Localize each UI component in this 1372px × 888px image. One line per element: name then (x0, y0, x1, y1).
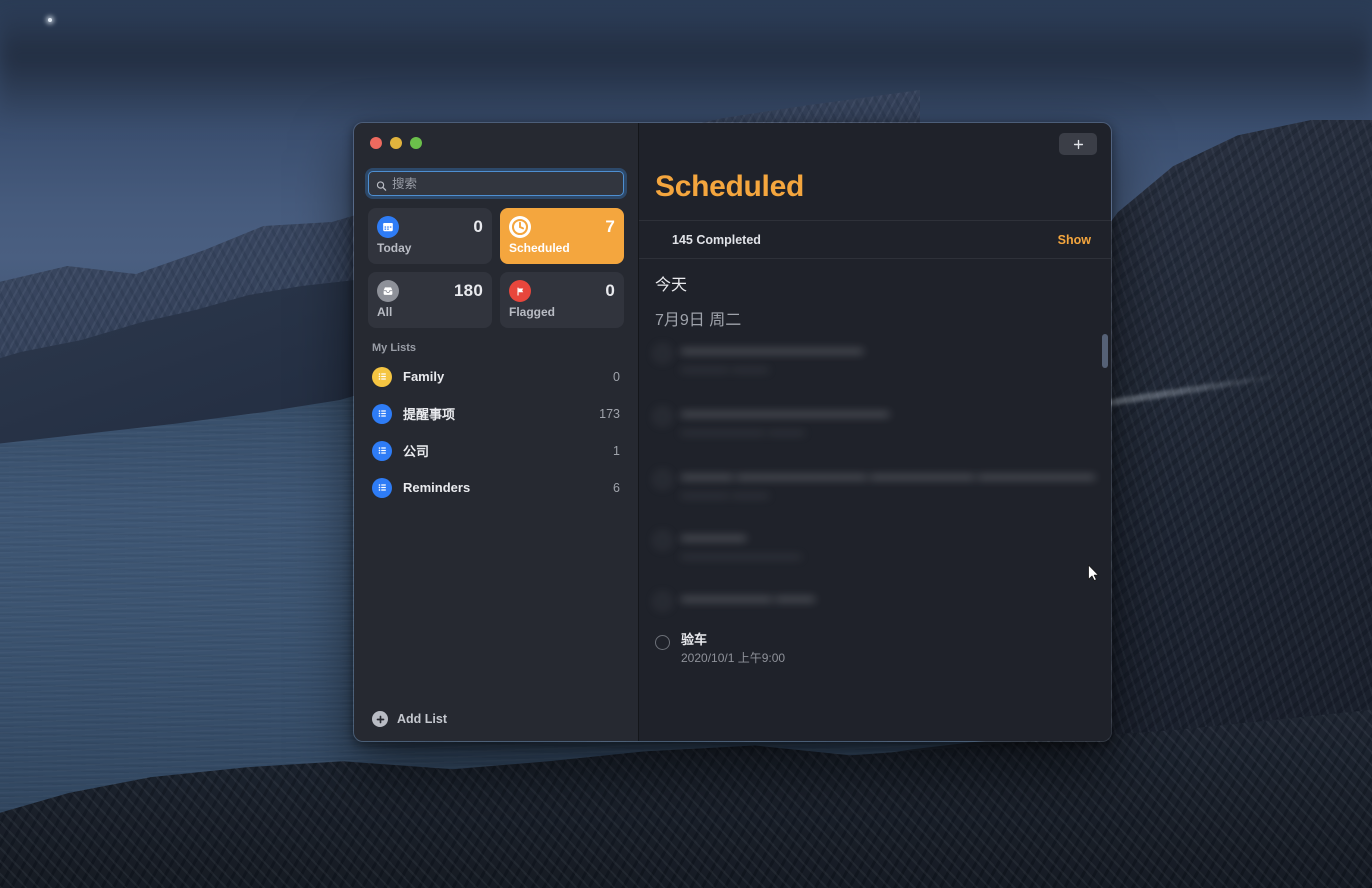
list-item-count: 173 (599, 406, 620, 421)
mouse-cursor (1088, 564, 1099, 581)
smart-list-scheduled-label: Scheduled (509, 241, 570, 255)
smart-list-today[interactable]: 0 Today (368, 208, 492, 264)
reminder-checkbox[interactable] (655, 533, 670, 548)
list-item-count: 0 (613, 369, 620, 384)
smart-list-today-top: 0 (377, 216, 483, 238)
wallpaper-cloud-band (0, 6, 1372, 126)
list-item-family[interactable]: Family 0 (354, 358, 638, 395)
day-date-label: 7月9日 周二 (655, 312, 742, 329)
reminder-subtitle: ——————— ——— (681, 425, 805, 439)
page-title: Scheduled (655, 170, 804, 203)
reminder-texts: —————————————— ———— ——— (681, 342, 1111, 377)
my-lists-header: My Lists (372, 342, 417, 354)
smart-list-flagged[interactable]: 0 Flagged (500, 272, 624, 328)
sidebar: 0 Today 7 (354, 123, 639, 741)
add-reminder-button[interactable] (1059, 133, 1097, 155)
list-item-reminders-cn[interactable]: 提醒事项 173 (354, 395, 638, 432)
reminder-title: ————— (681, 530, 746, 545)
smart-list-flagged-count: 0 (605, 281, 615, 300)
smart-list-scheduled-count: 7 (605, 217, 615, 236)
reminder-subtitle: ———— ——— (681, 362, 769, 376)
plus-icon (1073, 139, 1083, 149)
reminder-row[interactable]: ———— —————————— ———————— ————————— ———— … (639, 468, 1111, 503)
reminder-subtitle: 2020/10/1 上午9:00 (681, 651, 786, 665)
list-icon (372, 477, 392, 498)
smart-list-all-count: 180 (454, 281, 483, 300)
reminder-texts: 验车 2020/10/1 上午9:00 (681, 631, 1111, 666)
smart-lists-grid: 0 Today 7 Scheduled 180 All 0 Flagged (354, 196, 638, 328)
zoom-button[interactable] (410, 137, 422, 149)
reminder-texts: ———— —————————— ———————— ————————— ———— … (681, 468, 1111, 503)
reminder-checkbox[interactable] (655, 409, 670, 424)
list-item-label: 公司 (403, 444, 430, 459)
reminder-texts: ————— —————————— (681, 529, 1111, 564)
reminder-checkbox[interactable] (655, 472, 670, 487)
search-field[interactable] (368, 171, 624, 196)
search-container (354, 163, 638, 196)
plus-circle-icon (372, 711, 388, 727)
clock-icon (509, 216, 531, 238)
search-icon (376, 178, 387, 191)
reminders-list[interactable]: —————————————— ———— ——— ————————————————… (639, 330, 1111, 741)
close-button[interactable] (370, 137, 382, 149)
list-item-label: Reminders (403, 480, 471, 495)
list-item-count: 6 (613, 480, 620, 495)
minimize-button[interactable] (390, 137, 402, 149)
main-panel: Scheduled 145 Completed Show 今天 7月9日 周二 … (639, 123, 1111, 741)
reminder-row[interactable]: ——————— ——— (639, 590, 1111, 609)
reminder-checkbox[interactable] (655, 346, 670, 361)
completed-count: 145 Completed (672, 232, 761, 247)
list-icon (372, 440, 392, 461)
list-item-label: Family (403, 369, 445, 384)
reminder-subtitle: —————————— (681, 549, 801, 563)
smart-list-flagged-label: Flagged (509, 305, 556, 319)
reminder-texts: ——————— ——— (681, 590, 1111, 609)
reminder-row[interactable]: —————————————— ———— ——— (639, 342, 1111, 377)
inbox-icon (377, 280, 399, 302)
show-completed-link[interactable]: Show (1058, 233, 1091, 247)
list-icon (372, 366, 392, 387)
smart-list-today-label: Today (377, 241, 412, 255)
flag-icon (509, 280, 531, 302)
reminder-title: 验车 (681, 632, 708, 647)
reminder-title: ———————————————— (681, 406, 889, 421)
reminder-title: —————————————— (681, 343, 863, 358)
reminder-texts: ———————————————— ——————— ——— (681, 405, 1111, 440)
list-item-company[interactable]: 公司 1 (354, 432, 638, 469)
smart-list-scheduled[interactable]: 7 Scheduled (500, 208, 624, 264)
add-list-button[interactable]: Add List (354, 697, 638, 741)
list-item-count: 1 (613, 443, 620, 458)
wallpaper-star (48, 18, 52, 22)
reminder-row-inspection[interactable]: 验车 2020/10/1 上午9:00 (639, 631, 1111, 666)
list-item-reminders[interactable]: Reminders 6 (354, 469, 638, 506)
smart-list-flagged-top: 0 (509, 280, 615, 302)
calendar-icon (377, 216, 399, 238)
smart-list-today-count: 0 (473, 217, 483, 236)
reminder-row[interactable]: ————— —————————— (639, 529, 1111, 564)
reminders-window: 0 Today 7 (353, 122, 1112, 742)
smart-list-all-top: 180 (377, 280, 483, 302)
search-input[interactable] (392, 176, 623, 191)
reminder-checkbox[interactable] (655, 635, 670, 650)
reminder-title: ———— —————————— ———————— ————————— (681, 469, 1095, 484)
smart-list-all[interactable]: 180 All (368, 272, 492, 328)
reminder-title: ——————— ——— (681, 591, 815, 606)
add-list-label: Add List (397, 712, 447, 726)
smart-list-scheduled-top: 7 (509, 216, 615, 238)
desktop-background: 0 Today 7 (0, 0, 1372, 888)
reminder-row[interactable]: ———————————————— ——————— ——— (639, 405, 1111, 440)
window-controls (354, 123, 638, 163)
main-header: Scheduled (639, 123, 1111, 221)
reminder-subtitle: ———— ——— (681, 488, 769, 502)
list-item-label: 提醒事项 (403, 407, 456, 422)
reminder-checkbox[interactable] (655, 594, 670, 609)
day-today-label: 今天 (655, 277, 688, 294)
completed-bar: 145 Completed Show (639, 221, 1111, 259)
list-icon (372, 403, 392, 424)
day-group-header: 今天 7月9日 周二 (639, 259, 1111, 330)
smart-list-all-label: All (377, 305, 393, 319)
